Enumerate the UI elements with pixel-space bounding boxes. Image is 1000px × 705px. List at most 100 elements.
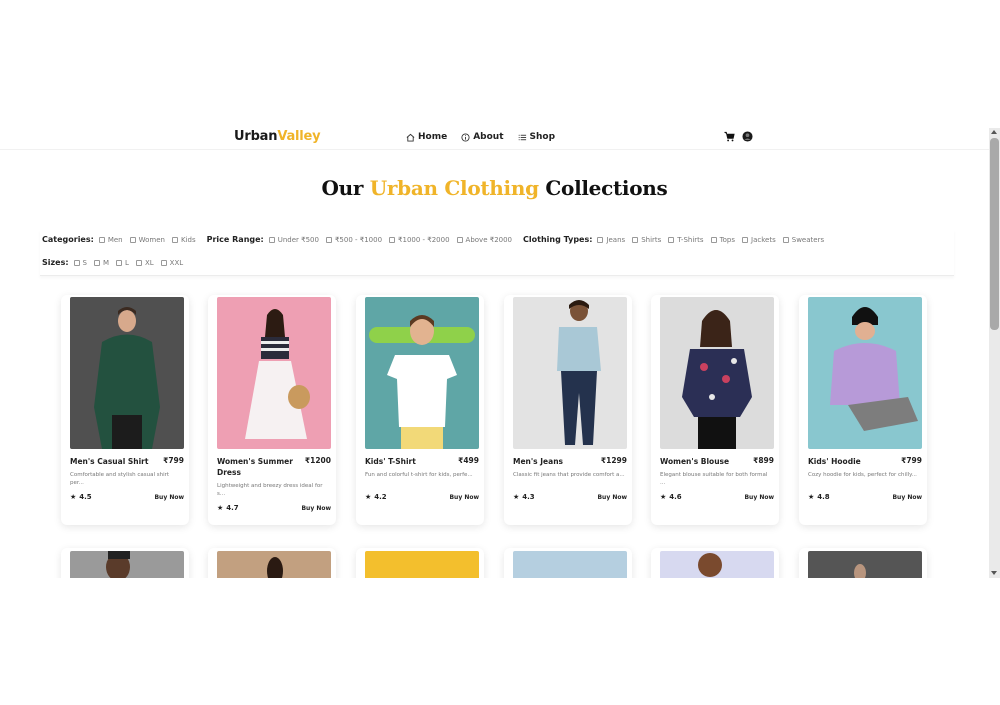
option-label: Shirts bbox=[641, 235, 662, 244]
product-image[interactable] bbox=[70, 297, 184, 449]
checkbox[interactable] bbox=[782, 236, 789, 243]
product-image[interactable] bbox=[365, 551, 479, 578]
brand-part-2: Valley bbox=[277, 129, 321, 144]
product-image[interactable] bbox=[217, 551, 331, 578]
option-label: Above ₹2000 bbox=[465, 235, 513, 244]
filter-size-m[interactable]: M bbox=[94, 259, 109, 267]
checkbox[interactable] bbox=[135, 259, 142, 266]
nav-shop[interactable]: Shop bbox=[518, 132, 555, 142]
filter-price-above-2000[interactable]: Above ₹2000 bbox=[456, 235, 513, 244]
filter-type-tops[interactable]: Tops bbox=[710, 236, 735, 244]
checkbox[interactable] bbox=[94, 259, 100, 266]
product-image[interactable] bbox=[808, 551, 922, 578]
filter-type-jackets[interactable]: Jackets bbox=[742, 236, 776, 244]
checkbox[interactable] bbox=[597, 236, 604, 243]
checkbox[interactable] bbox=[98, 236, 105, 243]
checkbox[interactable] bbox=[116, 259, 123, 266]
cart-icon[interactable] bbox=[724, 131, 735, 142]
scrollbar-thumb[interactable] bbox=[990, 138, 999, 330]
product-card-partial[interactable] bbox=[799, 548, 927, 578]
product-image[interactable] bbox=[513, 297, 627, 449]
product-photo-womens-blouse bbox=[660, 297, 774, 449]
product-card[interactable]: Men's Casual Shirt ₹799 Comfortable and … bbox=[61, 295, 189, 525]
option-label: Women bbox=[138, 235, 165, 244]
product-card[interactable]: Women's Summer Dress ₹1200 Lightweight a… bbox=[208, 295, 336, 525]
product-image[interactable] bbox=[808, 297, 922, 449]
product-image[interactable] bbox=[217, 297, 331, 449]
product-rating: ★ 4.8 bbox=[808, 493, 830, 501]
product-photo-partial bbox=[808, 551, 922, 578]
product-name: Kids' Hoodie bbox=[808, 457, 861, 466]
product-card[interactable]: Kids' T-Shirt ₹499 Fun and colorful t-sh… bbox=[356, 295, 484, 525]
nav-about[interactable]: About bbox=[461, 132, 504, 142]
checkbox[interactable] bbox=[710, 236, 717, 243]
filter-price-500-1000[interactable]: ₹500 - ₹1000 bbox=[325, 236, 382, 244]
product-card-partial[interactable] bbox=[208, 548, 336, 578]
checkbox[interactable] bbox=[160, 259, 167, 266]
rating-value: 4.2 bbox=[374, 493, 387, 501]
product-card-partial[interactable] bbox=[504, 548, 632, 578]
product-name: Women's Summer Dress bbox=[217, 457, 293, 477]
filter-price-under-500[interactable]: Under ₹500 bbox=[268, 236, 319, 244]
filter-type-shirts[interactable]: Shirts bbox=[632, 236, 661, 244]
product-card-partial[interactable] bbox=[356, 548, 484, 578]
filter-category-kids[interactable]: Kids bbox=[171, 236, 196, 244]
filter-size-l[interactable]: L bbox=[116, 259, 129, 267]
user-avatar-icon[interactable] bbox=[742, 131, 753, 142]
checkbox[interactable] bbox=[171, 236, 178, 243]
filter-category-women[interactable]: Women bbox=[129, 235, 165, 244]
product-rating: ★ 4.7 bbox=[217, 504, 239, 512]
filter-category-men[interactable]: Men bbox=[98, 236, 123, 244]
navbar: UrbanValley Home About Shop bbox=[0, 128, 989, 150]
buy-now-button[interactable]: Buy Now bbox=[744, 494, 774, 501]
filter-type-jeans[interactable]: Jeans bbox=[597, 236, 625, 244]
checkbox[interactable] bbox=[668, 236, 675, 243]
checkbox[interactable] bbox=[742, 236, 749, 243]
scroll-down-arrow-icon[interactable] bbox=[991, 571, 997, 575]
product-rating: ★ 4.3 bbox=[513, 493, 535, 501]
checkbox[interactable] bbox=[73, 259, 80, 266]
checkbox[interactable] bbox=[325, 236, 332, 243]
product-description: Classic fit jeans that provide comfort a… bbox=[513, 472, 625, 478]
product-card[interactable]: Men's Jeans ₹1299 Classic fit jeans that… bbox=[504, 295, 632, 525]
buy-now-button[interactable]: Buy Now bbox=[301, 505, 331, 512]
buy-now-button[interactable]: Buy Now bbox=[449, 494, 479, 501]
filter-price-1000-2000[interactable]: ₹1000 - ₹2000 bbox=[389, 236, 450, 244]
filter-row-2: Sizes: S M L XL XXL bbox=[42, 258, 190, 267]
filter-size-xxl[interactable]: XXL bbox=[160, 259, 183, 267]
filter-size-xl[interactable]: XL bbox=[135, 259, 154, 267]
title-post: Collections bbox=[538, 176, 668, 200]
vertical-scrollbar[interactable] bbox=[989, 128, 1000, 578]
product-card-partial[interactable] bbox=[651, 548, 779, 578]
checkbox[interactable] bbox=[129, 236, 136, 243]
brand-logo[interactable]: UrbanValley bbox=[234, 129, 321, 144]
product-card[interactable]: Women's Blouse ₹899 Elegant blouse suita… bbox=[651, 295, 779, 525]
star-icon: ★ bbox=[513, 493, 520, 501]
checkbox[interactable] bbox=[268, 236, 275, 243]
buy-now-button[interactable]: Buy Now bbox=[892, 494, 922, 501]
filter-type-tshirts[interactable]: T-Shirts bbox=[668, 235, 704, 244]
product-photo-partial bbox=[70, 551, 184, 578]
filter-size-s[interactable]: S bbox=[73, 259, 87, 267]
buy-now-button[interactable]: Buy Now bbox=[154, 494, 184, 501]
product-card[interactable]: Kids' Hoodie ₹799 Cozy hoodie for kids, … bbox=[799, 295, 927, 525]
checkbox[interactable] bbox=[389, 236, 396, 243]
product-description: Lightweight and breezy dress ideal for s… bbox=[217, 483, 323, 497]
checkbox[interactable] bbox=[632, 236, 639, 243]
checkbox[interactable] bbox=[456, 236, 463, 243]
scroll-up-arrow-icon[interactable] bbox=[991, 130, 997, 134]
nav-home[interactable]: Home bbox=[406, 132, 447, 142]
product-image[interactable] bbox=[513, 551, 627, 578]
option-label: T-Shirts bbox=[677, 235, 704, 244]
buy-now-button[interactable]: Buy Now bbox=[597, 494, 627, 501]
title-pre: Our bbox=[321, 176, 370, 200]
product-image[interactable] bbox=[365, 297, 479, 449]
product-card-partial[interactable] bbox=[61, 548, 189, 578]
filter-type-sweaters[interactable]: Sweaters bbox=[782, 236, 824, 244]
product-name: Men's Casual Shirt bbox=[70, 457, 149, 466]
product-image[interactable] bbox=[660, 297, 774, 449]
product-image[interactable] bbox=[660, 551, 774, 578]
option-label: M bbox=[103, 258, 110, 267]
product-image[interactable] bbox=[70, 551, 184, 578]
star-icon: ★ bbox=[217, 504, 224, 512]
